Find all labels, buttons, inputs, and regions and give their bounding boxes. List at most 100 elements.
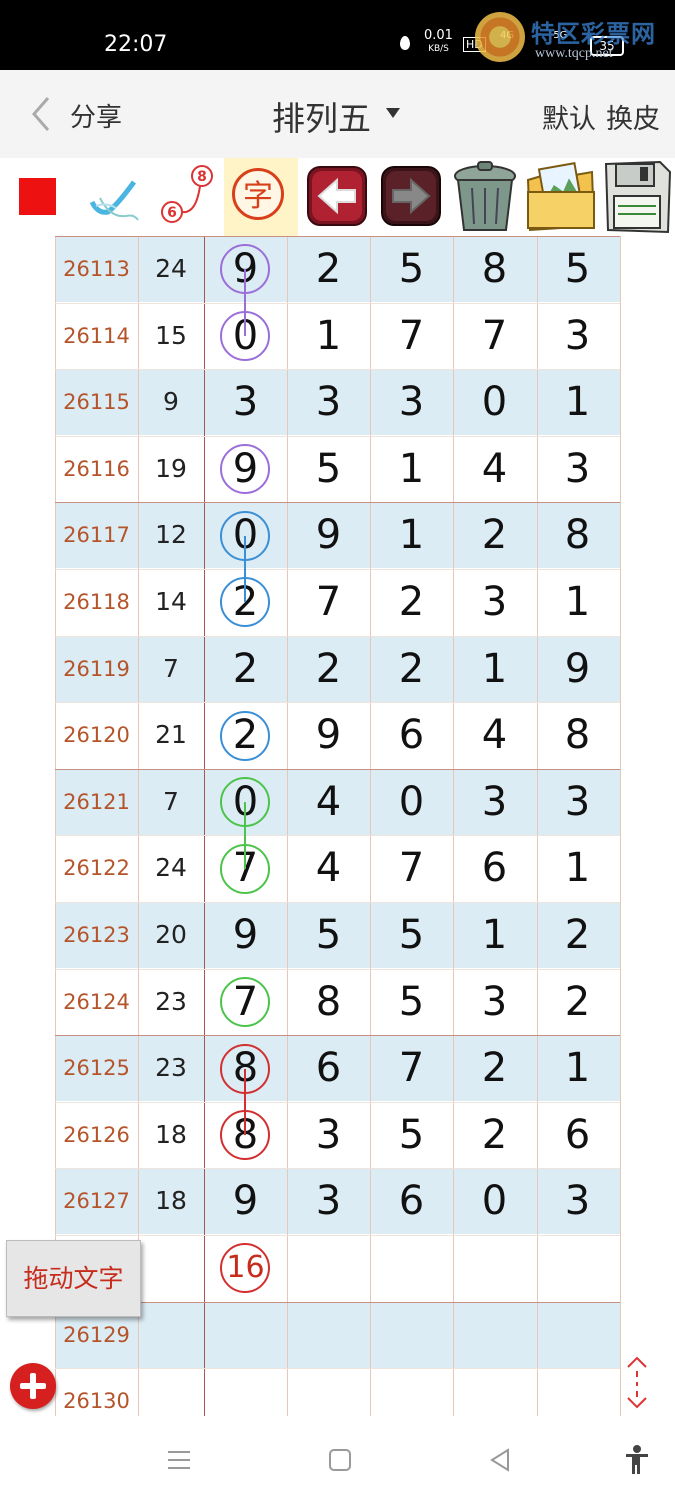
digit-cell[interactable]: 1: [370, 502, 453, 568]
connector-tool-button[interactable]: 8 6: [156, 158, 220, 236]
digit-cell[interactable]: 8: [287, 969, 370, 1035]
home-icon[interactable]: [328, 1448, 352, 1472]
digit-cell[interactable]: 5: [287, 902, 370, 968]
digit-cell[interactable]: 3: [287, 369, 370, 435]
digit-cell[interactable]: 0: [453, 369, 536, 435]
digit-cell[interactable]: 0: [453, 1168, 536, 1234]
circle-mark[interactable]: [220, 1243, 270, 1294]
digit-cell[interactable]: 9: [287, 502, 370, 568]
digit-cell[interactable]: 2: [370, 636, 453, 702]
digit-cell[interactable]: [453, 1302, 536, 1368]
digit-cell[interactable]: 2: [453, 1035, 536, 1101]
circle-mark[interactable]: [220, 976, 270, 1027]
digit-cell[interactable]: 3: [453, 769, 536, 835]
share-button[interactable]: 分享: [70, 97, 122, 134]
digit-cell[interactable]: 2: [536, 902, 619, 968]
digit-cell[interactable]: 7: [370, 1035, 453, 1101]
digit-cell[interactable]: [370, 1302, 453, 1368]
digit-cell[interactable]: 5: [287, 436, 370, 502]
digit-cell[interactable]: 3: [536, 436, 619, 502]
digit-cell[interactable]: 6: [370, 1168, 453, 1234]
digit-cell[interactable]: [370, 1235, 453, 1301]
digit-cell[interactable]: 8: [453, 236, 536, 302]
digit-cell[interactable]: 4: [453, 436, 536, 502]
scroll-expand-icon[interactable]: [622, 1355, 652, 1410]
digit-cell[interactable]: 3: [536, 1168, 619, 1234]
digit-cell[interactable]: 2: [287, 236, 370, 302]
digit-cell[interactable]: 3: [453, 569, 536, 635]
back-icon[interactable]: [488, 1448, 512, 1472]
page-title[interactable]: 排列五: [272, 92, 371, 140]
digit-cell[interactable]: 2: [536, 969, 619, 1035]
digit-cell[interactable]: 1: [370, 436, 453, 502]
digit-cell[interactable]: 1: [536, 1035, 619, 1101]
digit-cell[interactable]: 6: [536, 1102, 619, 1168]
digit-cell[interactable]: 9: [204, 1168, 287, 1234]
save-button[interactable]: [602, 158, 672, 236]
color-picker-button[interactable]: [19, 178, 56, 215]
back-arrow-icon[interactable]: [26, 94, 66, 134]
digit-cell[interactable]: 9: [287, 702, 370, 768]
digit-cell[interactable]: 2: [370, 569, 453, 635]
digit-cell[interactable]: 3: [287, 1102, 370, 1168]
digit-cell[interactable]: 1: [453, 902, 536, 968]
redo-button[interactable]: [378, 158, 444, 236]
image-button[interactable]: [524, 158, 598, 236]
digit-cell[interactable]: 7: [370, 303, 453, 369]
digit-cell[interactable]: 1: [287, 303, 370, 369]
digit-cell[interactable]: 7: [453, 303, 536, 369]
digit-cell[interactable]: 3: [370, 369, 453, 435]
pen-tool-button[interactable]: [86, 158, 146, 236]
digit-cell[interactable]: 6: [453, 835, 536, 901]
issue-number: 26124: [63, 989, 130, 1014]
digit-cell[interactable]: 3: [287, 1168, 370, 1234]
digit-cell[interactable]: [287, 1302, 370, 1368]
circle-mark[interactable]: [220, 444, 270, 495]
digit-cell[interactable]: 5: [370, 1102, 453, 1168]
digit-cell[interactable]: [287, 1235, 370, 1301]
digit-cell[interactable]: 2: [453, 502, 536, 568]
digit-cell[interactable]: 4: [453, 702, 536, 768]
menu-icon[interactable]: [166, 1448, 192, 1472]
digit-cell[interactable]: 5: [370, 236, 453, 302]
digit-cell[interactable]: 7: [370, 835, 453, 901]
default-button[interactable]: 默认: [542, 97, 596, 136]
digit-cell[interactable]: 3: [536, 303, 619, 369]
digit-cell[interactable]: 2: [453, 1102, 536, 1168]
digit-cell[interactable]: 1: [536, 369, 619, 435]
digit-cell[interactable]: 7: [287, 569, 370, 635]
clear-button[interactable]: [450, 158, 520, 236]
drag-text-button[interactable]: 拖动文字: [6, 1240, 141, 1317]
digit-cell[interactable]: 9: [204, 902, 287, 968]
digit-cell[interactable]: [536, 1302, 619, 1368]
digit-cell[interactable]: 8: [536, 702, 619, 768]
digit-cell[interactable]: 2: [204, 636, 287, 702]
text-tool-button[interactable]: 字: [224, 158, 298, 236]
digit-cell[interactable]: 2: [287, 636, 370, 702]
digit-cell[interactable]: 3: [204, 369, 287, 435]
digit-cell[interactable]: 6: [287, 1035, 370, 1101]
digit-cell[interactable]: [204, 1302, 287, 1368]
undo-button[interactable]: [304, 158, 370, 236]
digit-cell[interactable]: 9: [536, 636, 619, 702]
digit-cell[interactable]: 5: [370, 902, 453, 968]
digit-cell[interactable]: 4: [287, 835, 370, 901]
add-icon[interactable]: [10, 1363, 56, 1409]
digit-cell[interactable]: [453, 1235, 536, 1301]
chevron-down-icon[interactable]: [386, 108, 400, 118]
digit-cell[interactable]: 1: [536, 835, 619, 901]
digit-cell[interactable]: 3: [536, 769, 619, 835]
digit-cell[interactable]: 5: [370, 969, 453, 1035]
digit-cell[interactable]: 3: [453, 969, 536, 1035]
digit-cell[interactable]: 1: [536, 569, 619, 635]
digit-cell[interactable]: [536, 1235, 619, 1301]
circle-mark[interactable]: [220, 710, 270, 761]
digit-cell[interactable]: 0: [370, 769, 453, 835]
skin-button[interactable]: 换皮: [606, 97, 660, 136]
digit-cell[interactable]: 6: [370, 702, 453, 768]
digit-cell[interactable]: 8: [536, 502, 619, 568]
accessibility-icon[interactable]: [624, 1444, 650, 1476]
digit-cell[interactable]: 5: [536, 236, 619, 302]
digit-cell[interactable]: 4: [287, 769, 370, 835]
digit-cell[interactable]: 1: [453, 636, 536, 702]
